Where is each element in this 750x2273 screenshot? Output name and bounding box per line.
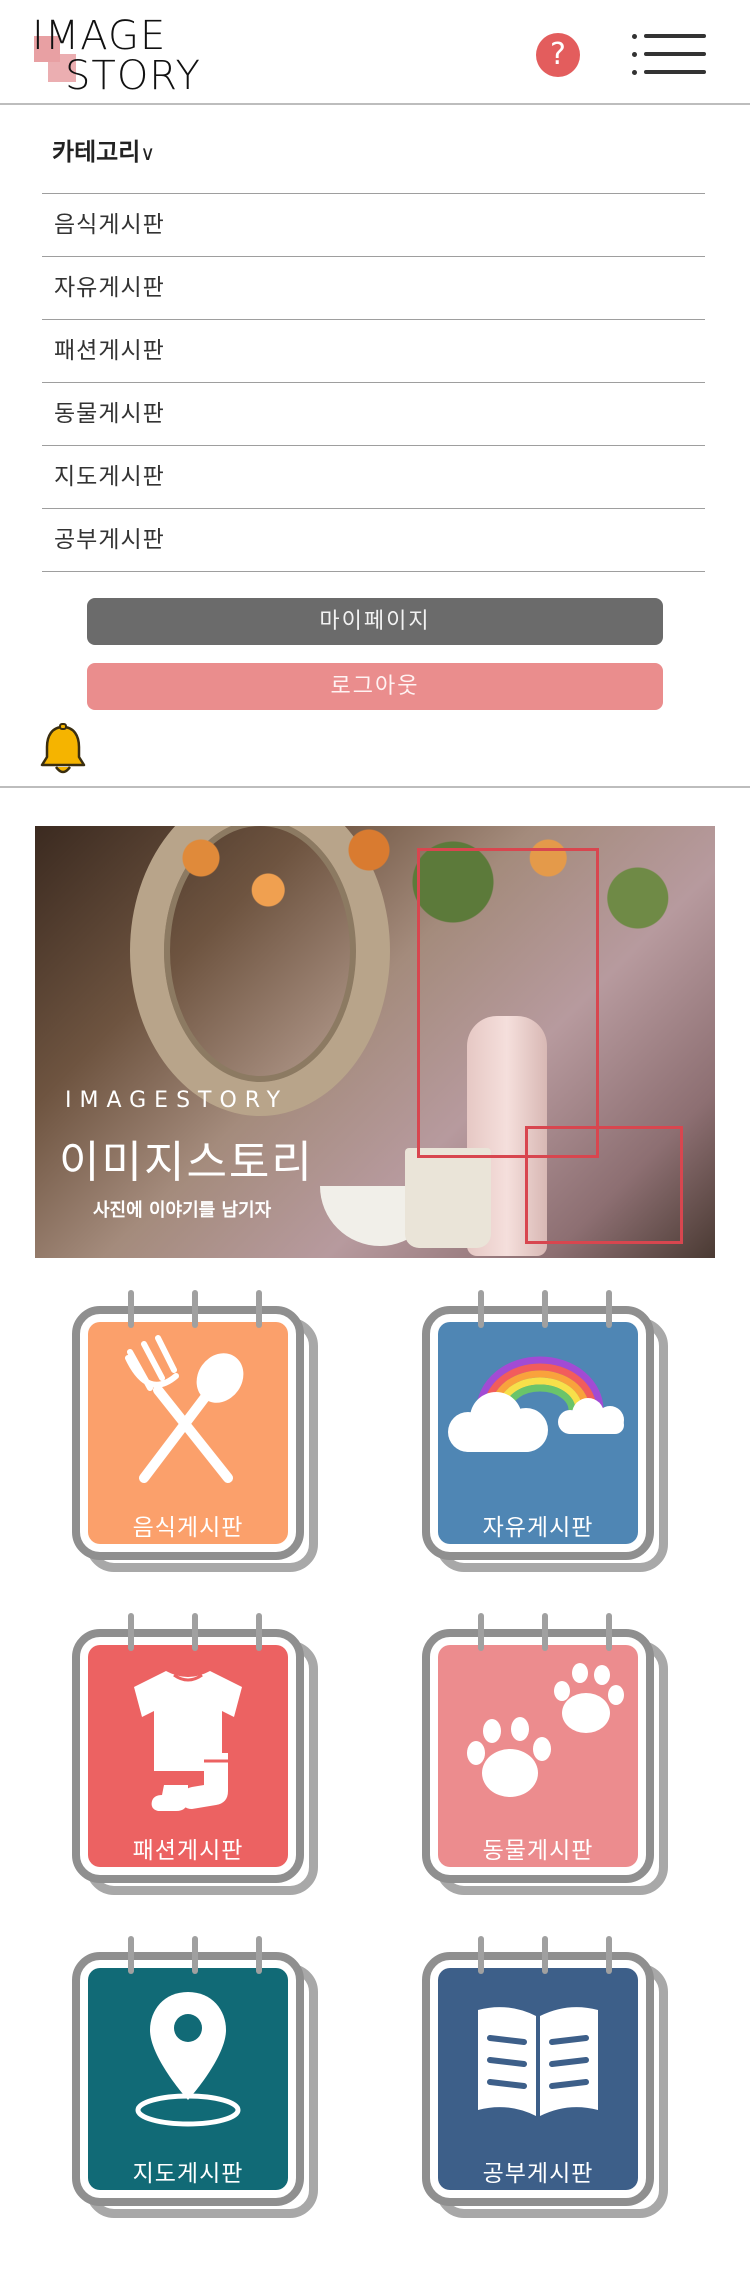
banner-frame bbox=[525, 1126, 683, 1244]
ring bbox=[478, 1290, 484, 1328]
board-card-map[interactable]: 지도게시판 bbox=[72, 1936, 322, 2221]
logo-text-line2: STORY bbox=[65, 53, 201, 99]
rainbow-cloud-icon bbox=[448, 1356, 624, 1452]
board-label: 자유게시판 bbox=[482, 1515, 594, 1541]
ring bbox=[542, 1613, 548, 1651]
menu-dot bbox=[632, 52, 637, 57]
category-item-food[interactable]: 음식게시판 bbox=[42, 194, 705, 257]
board-label: 패션게시판 bbox=[132, 1838, 244, 1864]
menu-line bbox=[644, 70, 706, 74]
category-list: 음식게시판 자유게시판 패션게시판 동물게시판 지도게시판 공부게시판 bbox=[42, 193, 705, 572]
ring bbox=[256, 1290, 262, 1328]
board-card-food[interactable]: 음식게시판 bbox=[72, 1290, 322, 1575]
header: IMAGE STORY ? bbox=[0, 0, 750, 105]
ring bbox=[606, 1290, 612, 1328]
ring bbox=[192, 1936, 198, 1974]
ring bbox=[192, 1290, 198, 1328]
map-pin-icon bbox=[135, 1992, 241, 2127]
ring bbox=[542, 1936, 548, 1974]
logo-text-line1: IMAGE bbox=[32, 13, 167, 59]
menu-dot bbox=[632, 34, 637, 39]
banner-photo-cup bbox=[405, 1148, 491, 1248]
board-label: 음식게시판 bbox=[132, 1515, 244, 1541]
ring bbox=[128, 1613, 134, 1651]
ring bbox=[192, 1613, 198, 1651]
hero-banner[interactable]: IMAGESTORY 이미지스토리 사진에 이야기를 남기자 bbox=[35, 826, 715, 1258]
board-card-animal[interactable]: 동물게시판 bbox=[422, 1613, 672, 1898]
ring bbox=[478, 1613, 484, 1651]
divider bbox=[0, 786, 750, 788]
menu-dot bbox=[632, 70, 637, 75]
ring bbox=[478, 1936, 484, 1974]
ring bbox=[542, 1290, 548, 1328]
menu-line bbox=[644, 52, 706, 56]
board-label: 공부게시판 bbox=[482, 2161, 594, 2187]
chevron-down-icon: ∨ bbox=[140, 141, 155, 165]
logo[interactable]: IMAGE STORY bbox=[32, 13, 200, 96]
fork-spoon-icon bbox=[125, 1335, 244, 1483]
bell-icon[interactable] bbox=[38, 723, 88, 777]
banner-ko-title: 이미지스토리 bbox=[59, 1137, 314, 1188]
board-label: 동물게시판 bbox=[482, 1838, 594, 1864]
ring bbox=[128, 1290, 134, 1328]
category-item-free[interactable]: 자유게시판 bbox=[42, 257, 705, 320]
category-dropdown[interactable]: 카테고리∨ bbox=[52, 132, 155, 167]
board-card-fashion[interactable]: 패션게시판 bbox=[72, 1613, 322, 1898]
banner-frame bbox=[417, 848, 599, 1158]
category-item-study[interactable]: 공부게시판 bbox=[42, 509, 705, 572]
category-heading: 카테고리 bbox=[52, 138, 141, 166]
ring bbox=[606, 1936, 612, 1974]
board-label: 지도게시판 bbox=[132, 2161, 244, 2187]
category-item-animal[interactable]: 동물게시판 bbox=[42, 383, 705, 446]
ring bbox=[606, 1613, 612, 1651]
clothes-icon bbox=[134, 1671, 242, 1811]
menu-line bbox=[644, 34, 706, 38]
board-card-free[interactable]: 자유게시판 bbox=[422, 1290, 672, 1575]
ring bbox=[256, 1613, 262, 1651]
ring bbox=[128, 1936, 134, 1974]
category-item-fashion[interactable]: 패션게시판 bbox=[42, 320, 705, 383]
hamburger-menu-icon[interactable] bbox=[632, 30, 708, 80]
help-icon[interactable]: ? bbox=[536, 33, 580, 77]
mypage-button[interactable]: 마이페이지 bbox=[87, 598, 663, 645]
ring bbox=[256, 1936, 262, 1974]
banner-en-title: IMAGESTORY bbox=[65, 1088, 289, 1113]
banner-subtitle: 사진에 이야기를 남기자 bbox=[93, 1200, 272, 1221]
book-icon bbox=[478, 2007, 598, 2116]
logout-button[interactable]: 로그아웃 bbox=[87, 663, 663, 710]
paw-icon bbox=[467, 1663, 624, 1797]
board-card-study[interactable]: 공부게시판 bbox=[422, 1936, 672, 2221]
category-item-map[interactable]: 지도게시판 bbox=[42, 446, 705, 509]
